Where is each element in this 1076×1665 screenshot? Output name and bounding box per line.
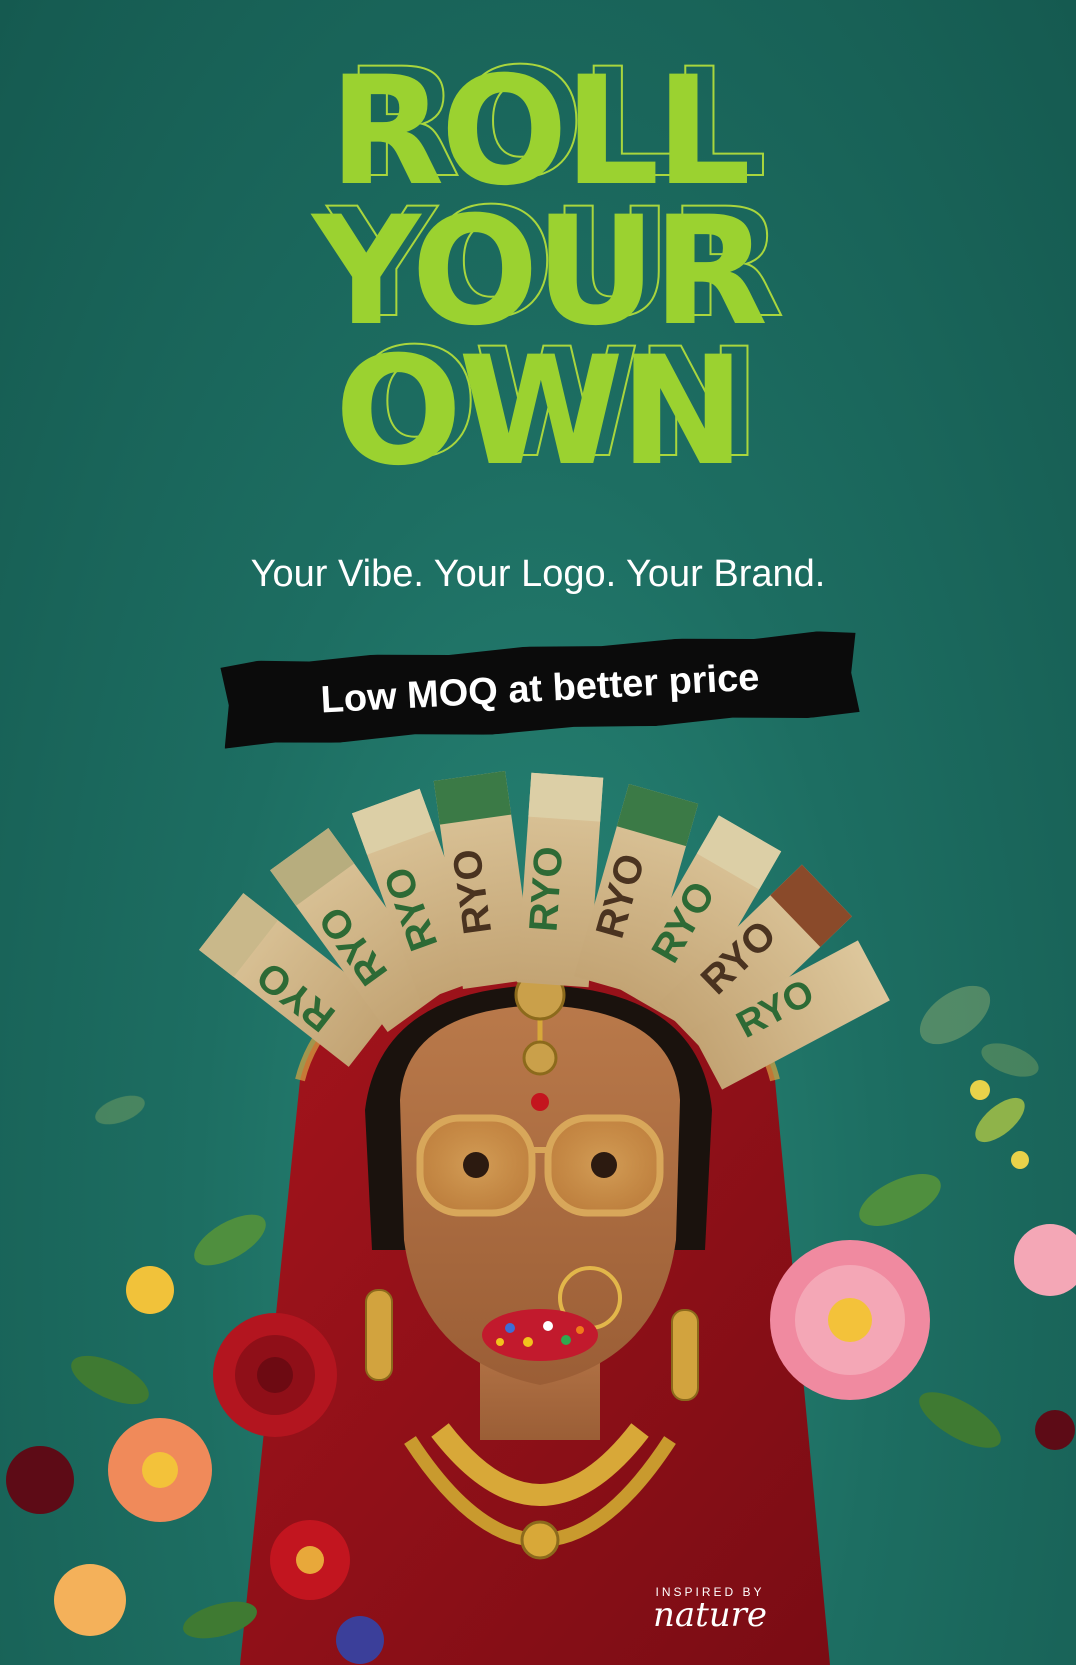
poster: ROLL ROLL YOUR YOUR OWN OWN Your Vibe. Y… xyxy=(0,0,1076,1665)
brand-mark: INSPIRED BY nature xyxy=(600,1585,820,1635)
brand-script-text: nature xyxy=(652,1595,768,1635)
flowers-right xyxy=(770,1080,1076,1450)
sprinkle-lips xyxy=(482,1309,598,1361)
bindi xyxy=(531,1093,549,1111)
svg-text:RYO: RYO xyxy=(521,845,571,933)
model-illustration: RYO RYO RYO RYO RYO RYO RYO RYO RYO xyxy=(6,771,1076,1665)
